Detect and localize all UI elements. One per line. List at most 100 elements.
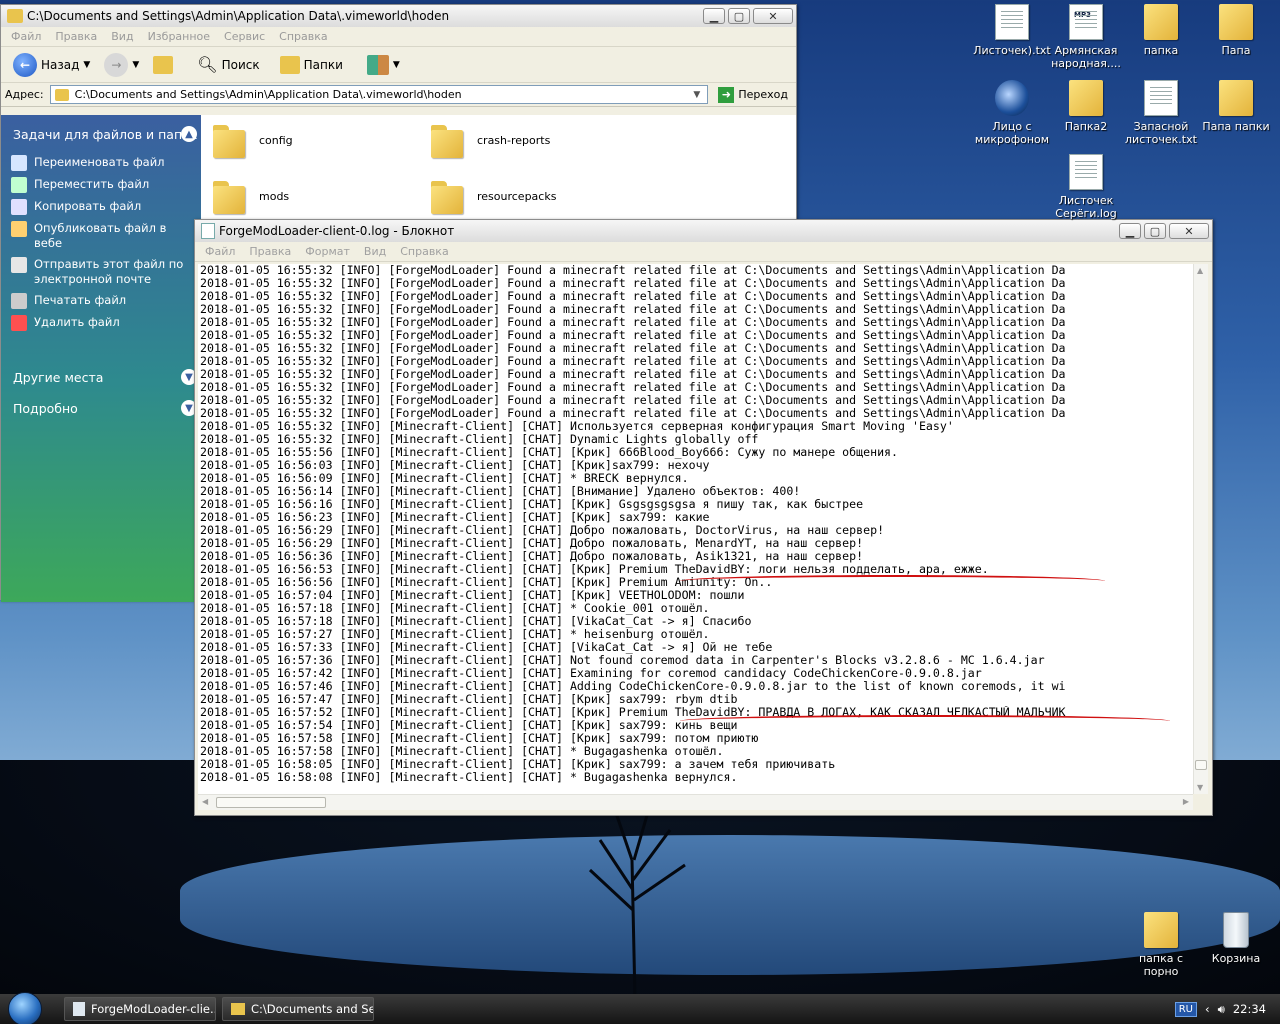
address-input[interactable]: C:\Documents and Settings\Admin\Applicat… <box>49 85 709 104</box>
menu-tools[interactable]: Сервис <box>224 30 265 43</box>
tasks-header[interactable]: Задачи для файлов и папок ▲ <box>1 115 201 152</box>
menu-view[interactable]: Вид <box>111 30 133 43</box>
chevron-down-icon[interactable]: ▼ <box>693 90 707 100</box>
log-line: 2018-01-05 16:56:14 [INFO] [Minecraft-Cl… <box>200 485 801 498</box>
log-line: 2018-01-05 16:57:58 [INFO] [Minecraft-Cl… <box>200 745 724 758</box>
menu-file[interactable]: Файл <box>205 245 235 258</box>
desktop-icon-log[interactable]: Листочек Серёги.log <box>1046 154 1126 220</box>
horizontal-scrollbar[interactable]: ◀ ▶ <box>198 794 1193 810</box>
search-button[interactable]: 🔍︎ Поиск <box>193 55 263 74</box>
folder-icon <box>1219 80 1253 116</box>
notepad-text-area[interactable]: 2018-01-05 16:55:32 [INFO] [ForgeModLoad… <box>198 264 1193 794</box>
scroll-left-icon[interactable]: ◀ <box>202 797 208 806</box>
folder-item-mods[interactable]: mods <box>209 177 289 215</box>
clock[interactable]: 22:34 <box>1233 1002 1266 1016</box>
menu-favorites[interactable]: Избранное <box>148 30 210 43</box>
folder-icon <box>1069 80 1103 116</box>
menu-edit[interactable]: Правка <box>249 245 291 258</box>
folder-item-resourcepacks[interactable]: resourcepacks <box>427 177 556 215</box>
windows-logo-icon <box>8 992 42 1024</box>
log-line: 2018-01-05 16:57:47 [INFO] [Minecraft-Cl… <box>200 693 738 706</box>
scroll-right-icon[interactable]: ▶ <box>1183 797 1189 806</box>
desktop-icon-txt-2[interactable]: Запасной листочек.txt <box>1121 80 1201 146</box>
folder-icon <box>231 1003 245 1015</box>
log-line: 2018-01-05 16:57:46 [INFO] [Minecraft-Cl… <box>200 680 1066 693</box>
log-line: 2018-01-05 16:56:09 [INFO] [Minecraft-Cl… <box>200 472 689 485</box>
log-line: 2018-01-05 16:55:32 [INFO] [ForgeModLoad… <box>200 290 1066 303</box>
other-places-header[interactable]: Другие места ▼ <box>1 358 201 395</box>
up-folder-button[interactable] <box>149 55 177 74</box>
details-header[interactable]: Подробно ▼ <box>1 395 201 426</box>
task-icon <box>11 293 27 309</box>
desktop-icon-folder-papa-papki[interactable]: Папа папки <box>1196 80 1276 133</box>
folders-button[interactable]: Папки <box>276 55 347 74</box>
chevron-down-icon: ▼ <box>132 59 140 70</box>
folder-icon <box>54 88 69 101</box>
notepad-titlebar[interactable]: ForgeModLoader-client-0.log - Блокнот ▁ … <box>195 220 1212 242</box>
minimize-button[interactable]: ▁ <box>1119 223 1141 239</box>
folder-icon <box>427 177 465 215</box>
address-bar: Адрес: C:\Documents and Settings\Admin\A… <box>1 83 796 107</box>
log-line: 2018-01-05 16:55:32 [INFO] [ForgeModLoad… <box>200 407 1066 420</box>
volume-icon[interactable]: 🔊︎ <box>1218 1002 1225 1017</box>
task-item[interactable]: Копировать файл <box>1 196 201 218</box>
start-button[interactable] <box>0 992 50 1024</box>
chevron-down-icon: ▼ <box>392 59 400 70</box>
explorer-toolbar: ← Назад ▼ → ▼ 🔍︎ Поиск Папки ▼ <box>1 47 796 83</box>
folder-icon <box>1144 4 1178 40</box>
go-button[interactable]: ➜ Переход <box>714 86 792 103</box>
folder-item-config[interactable]: config <box>209 121 293 159</box>
desktop-icon-txt-1[interactable]: Листочек).txt <box>972 4 1052 57</box>
task-item[interactable]: Отправить этот файл по электронной почте <box>1 254 201 290</box>
back-button[interactable]: ← Назад ▼ <box>9 52 94 77</box>
menu-view[interactable]: Вид <box>364 245 386 258</box>
audio-file-icon: MP3 <box>1069 4 1103 40</box>
scroll-thumb[interactable] <box>1195 760 1207 770</box>
minimize-button[interactable]: ▁ <box>703 8 725 24</box>
desktop-icon-media[interactable]: Лицо с микрофоном <box>972 80 1052 146</box>
log-line: 2018-01-05 16:56:23 [INFO] [Minecraft-Cl… <box>200 511 710 524</box>
recycle-bin-icon <box>1223 912 1249 948</box>
language-indicator[interactable]: RU <box>1174 1001 1197 1017</box>
menu-help[interactable]: Справка <box>279 30 327 43</box>
task-item[interactable]: Переименовать файл <box>1 152 201 174</box>
menu-file[interactable]: Файл <box>11 30 41 43</box>
taskbar-button-notepad[interactable]: ForgeModLoader-clie... <box>64 997 216 1021</box>
scroll-down-icon[interactable]: ▼ <box>1197 783 1203 792</box>
task-item[interactable]: Печатать файл <box>1 290 201 312</box>
landscape-lake <box>180 835 1280 975</box>
text-file-icon <box>1144 80 1178 116</box>
media-player-icon <box>995 80 1029 116</box>
desktop-icon-folder-porno[interactable]: папка с порно <box>1121 912 1201 978</box>
maximize-button[interactable]: ▢ <box>728 8 750 24</box>
folder-item-crash-reports[interactable]: crash-reports <box>427 121 550 159</box>
desktop-icon-folder-papa[interactable]: Папа <box>1196 4 1276 57</box>
menu-format[interactable]: Формат <box>305 245 350 258</box>
forward-button[interactable]: → ▼ <box>100 52 143 77</box>
chevron-down-icon: ▼ <box>83 59 91 70</box>
tray-expand-icon[interactable]: ‹ <box>1205 1002 1210 1016</box>
folders-icon <box>279 55 300 74</box>
log-line: 2018-01-05 16:55:32 [INFO] [ForgeModLoad… <box>200 342 1066 355</box>
text-file-icon <box>995 4 1029 40</box>
desktop-icon-mp3[interactable]: MP3 Армянская народная.... <box>1046 4 1126 70</box>
explorer-titlebar[interactable]: C:\Documents and Settings\Admin\Applicat… <box>1 5 796 27</box>
maximize-button[interactable]: ▢ <box>1144 223 1166 239</box>
menu-help[interactable]: Справка <box>400 245 448 258</box>
folder-icon <box>209 121 247 159</box>
vertical-scrollbar[interactable]: ▲ ▼ <box>1193 264 1208 794</box>
close-button[interactable]: ✕ <box>753 8 793 24</box>
desktop-icon-folder-papka2[interactable]: Папка2 <box>1046 80 1126 133</box>
task-item[interactable]: Переместить файл <box>1 174 201 196</box>
scroll-thumb[interactable] <box>216 797 326 808</box>
taskbar-button-explorer[interactable]: C:\Documents and Se... <box>222 997 374 1021</box>
desktop-icon-recycle-bin[interactable]: Корзина <box>1196 912 1276 965</box>
task-item[interactable]: Удалить файл <box>1 312 201 334</box>
collapse-icon[interactable]: ▲ <box>181 126 197 142</box>
menu-edit[interactable]: Правка <box>55 30 97 43</box>
close-button[interactable]: ✕ <box>1169 223 1209 239</box>
task-item[interactable]: Опубликовать файл в вебе <box>1 218 201 254</box>
scroll-up-icon[interactable]: ▲ <box>1197 266 1203 275</box>
desktop-icon-folder-papka[interactable]: папка <box>1121 4 1201 57</box>
views-button[interactable]: ▼ <box>363 54 404 75</box>
